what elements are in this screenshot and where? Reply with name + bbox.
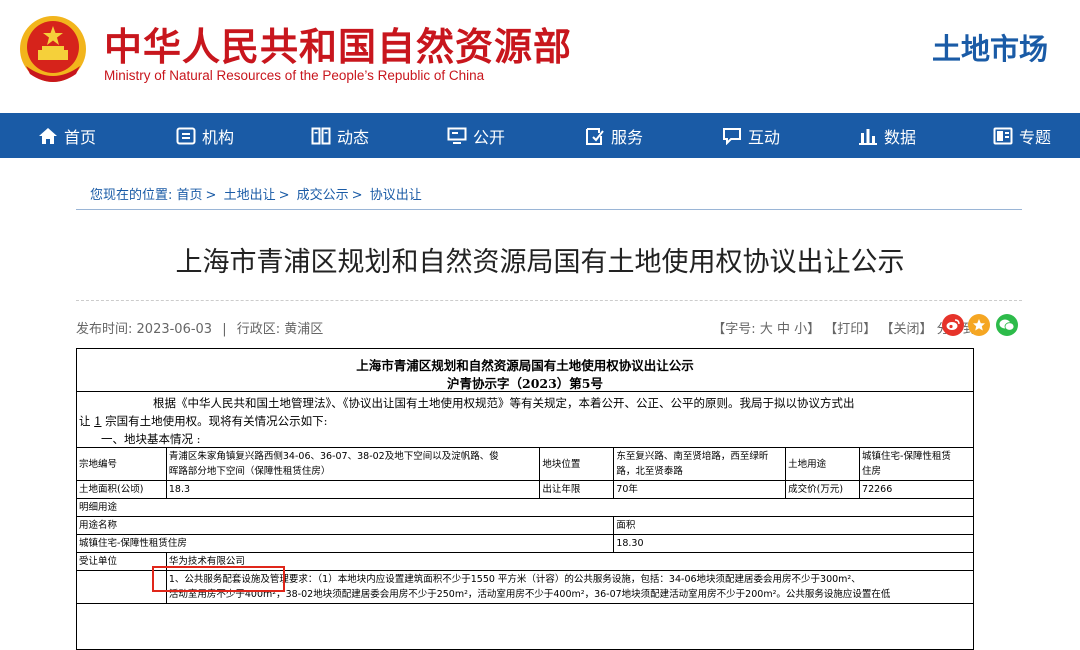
article-meta: 发布时间: 2023-06-03 | 行政区: 黄浦区 xyxy=(76,322,324,337)
title-divider xyxy=(76,300,1022,301)
publish-date: 2023-06-03 xyxy=(136,322,213,337)
qzone-icon[interactable] xyxy=(968,314,990,336)
page-title: 上海市青浦区规划和自然资源局国有土地使用权协议出让公示 xyxy=(175,247,905,278)
area-label: 土地面积(公顷) xyxy=(76,480,167,499)
nav-label: 互动 xyxy=(748,127,781,147)
parcel-value: 青浦区朱家角镇复兴路西侧34-06、36-07、38-02及地下空间以及淀帆路、… xyxy=(165,447,541,481)
assignee-value: 华为技术有限公司 xyxy=(165,552,975,571)
doc-heading: 上海市青浦区规划和自然资源局国有土地使用权协议出让公示 xyxy=(356,358,694,373)
nav-label: 服务 xyxy=(611,127,644,147)
article-tools: 【字号: 大 中 小】 【打印】 【关闭】 分享到: xyxy=(712,318,980,337)
org-icon xyxy=(176,127,196,144)
ministry-name-cn: 中华人民共和国自然资源部 xyxy=(104,25,573,69)
breadcrumb-deal-notice[interactable]: 成交公示 xyxy=(297,188,349,203)
nav-item-topic[interactable]: 专题 xyxy=(993,113,1051,158)
section-heading-1: 一、地块基本情况 : xyxy=(101,432,201,446)
area-value: 18.3 xyxy=(165,480,541,499)
print-link[interactable]: 【打印】 xyxy=(824,322,876,337)
font-size-small[interactable]: 小 xyxy=(794,322,807,337)
nav-item-data[interactable]: 数据 xyxy=(858,113,916,158)
nav-label: 首页 xyxy=(64,127,97,147)
assignee-highlight-box xyxy=(152,566,285,592)
area-header: 面积 xyxy=(613,516,974,535)
nav-label: 专题 xyxy=(1019,127,1052,147)
doc-divider xyxy=(77,391,973,392)
news-icon xyxy=(311,127,331,144)
doc-number: 沪青协示字（2023）第5号 xyxy=(447,376,603,391)
use-label: 土地用途 xyxy=(785,447,861,481)
detail-name: 城镇住宅-保障性租赁住房 xyxy=(75,534,615,553)
breadcrumb-home[interactable]: 首页 xyxy=(177,188,203,203)
breadcrumb-prefix: 您现在的位置: xyxy=(90,188,173,203)
main-nav: 首页 机构 动态 公开 服务 互动 数据 专题 xyxy=(0,113,1080,158)
parcel-label: 宗地编号 xyxy=(76,447,167,481)
use-value: 城镇住宅-保障性租赁 住房 xyxy=(859,447,974,481)
font-size-label: 【字号: xyxy=(712,322,756,337)
detail-label: 明细用途 xyxy=(76,498,974,517)
chart-icon xyxy=(859,128,877,145)
breadcrumb-land-transfer[interactable]: 土地出让 xyxy=(224,188,276,203)
nav-label: 数据 xyxy=(884,127,917,147)
conditions-text: 1、公共服务配套设施及管理要求：（1）本地块内应设置建筑面积不少于1550 平方… xyxy=(165,570,975,604)
ministry-name-en: Ministry of Natural Resources of the Peo… xyxy=(104,68,485,83)
table-row: 用途名称 面积 xyxy=(75,516,974,535)
location-value: 东至复兴路、南至贤培路，西至绿昕 路，北至贤泰路 xyxy=(613,447,787,481)
notice-document: 上海市青浦区规划和自然资源局国有土地使用权协议出让公示 沪青协示字（2023）第… xyxy=(75,348,975,650)
parcel-count: 1 xyxy=(94,414,102,428)
doc-paragraph-2: 让 1 宗国有土地使用权。现将有关情况公示如下: xyxy=(79,414,328,428)
nav-item-home[interactable]: 首页 xyxy=(38,113,96,158)
nav-item-interact[interactable]: 互动 xyxy=(722,113,780,158)
weibo-icon[interactable] xyxy=(942,314,964,336)
chat-icon xyxy=(723,127,741,145)
term-label: 出让年限 xyxy=(539,480,615,499)
close-link[interactable]: 【关闭】 xyxy=(880,322,932,337)
site-header: 中华人民共和国自然资源部 Ministry of Natural Resourc… xyxy=(0,0,1080,113)
nav-label: 机构 xyxy=(202,127,235,147)
region-value: 黄浦区 xyxy=(284,322,324,337)
location-label: 地块位置 xyxy=(539,447,615,481)
national-emblem-icon xyxy=(20,16,86,82)
nav-item-public[interactable]: 公开 xyxy=(447,113,505,158)
term-value: 70年 xyxy=(613,480,787,499)
font-size-large[interactable]: 大 xyxy=(760,322,773,337)
nav-label: 公开 xyxy=(473,127,506,147)
wechat-icon[interactable] xyxy=(996,314,1018,336)
nav-item-service[interactable]: 服务 xyxy=(585,113,643,158)
breadcrumb-divider xyxy=(76,209,1022,210)
publish-label: 发布时间: xyxy=(76,322,133,337)
table-row: 城镇住宅-保障性租赁住房 18.30 xyxy=(75,534,974,553)
home-icon xyxy=(39,127,57,144)
doc-paragraph-1: 根据《中华人民共和国土地管理法》、《协议出让国有土地使用权规范》等有关规定，本着… xyxy=(153,396,855,410)
nav-label: 动态 xyxy=(337,127,370,147)
table-row: 土地面积(公顷) 18.3 出让年限 70年 成交价(万元) 72266 xyxy=(76,480,974,499)
nav-item-org[interactable]: 机构 xyxy=(176,113,234,158)
breadcrumb-agreement-transfer[interactable]: 协议出让 xyxy=(370,188,422,203)
breadcrumb: 您现在的位置: 首页 > 土地出让 > 成交公示 > 协议出让 xyxy=(90,188,422,203)
price-value: 72266 xyxy=(859,480,974,499)
font-size-medium[interactable]: 中 xyxy=(777,322,790,337)
table-row: 宗地编号 青浦区朱家角镇复兴路西侧34-06、36-07、38-02及地下空间以… xyxy=(76,447,974,481)
table-row: 明细用途 xyxy=(76,498,974,517)
detail-area: 18.30 xyxy=(613,534,974,553)
section-title[interactable]: 土地市场 xyxy=(932,26,1048,68)
nav-item-news[interactable]: 动态 xyxy=(311,113,369,158)
use-name-label: 用途名称 xyxy=(75,516,615,535)
topic-icon xyxy=(993,127,1013,144)
price-label: 成交价(万元) xyxy=(785,480,861,499)
service-icon xyxy=(586,127,604,145)
monitor-icon xyxy=(447,127,467,144)
region-label: 行政区: xyxy=(236,322,281,337)
